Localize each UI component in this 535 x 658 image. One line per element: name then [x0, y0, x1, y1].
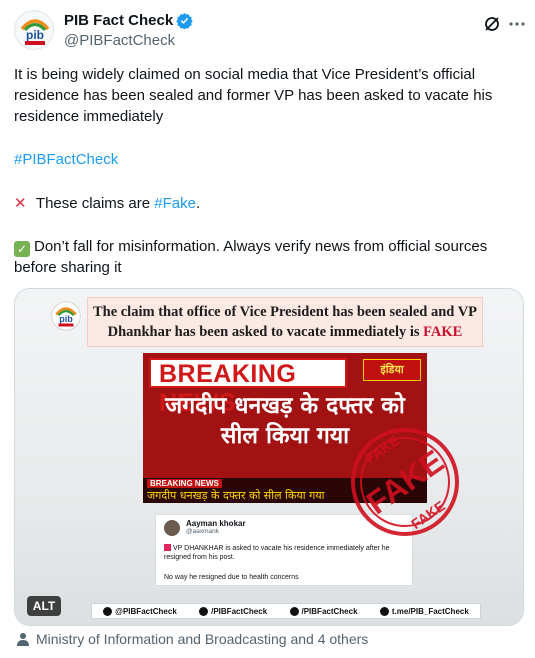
- claim-banner-fake: FAKE: [423, 324, 463, 340]
- avatar[interactable]: pib: [14, 10, 54, 50]
- embedded-body-2: No way he resigned due to health concern…: [164, 574, 299, 581]
- claim-banner-text: The claim that office of Vice President …: [92, 304, 478, 340]
- embedded-name: Aayman khokar: [186, 519, 246, 528]
- channel-logo: इंडिया: [363, 359, 421, 381]
- cross-mark-icon: ✕: [14, 195, 27, 212]
- person-icon: [17, 633, 29, 646]
- verified-badge-icon: [176, 13, 193, 29]
- facebook-icon: [289, 606, 299, 616]
- post-media[interactable]: pib The claim that office of Vice Presid…: [14, 288, 524, 626]
- social-x: @PIBFactCheck: [103, 606, 177, 616]
- tagged-text: Ministry of Information and Broadcasting…: [36, 631, 369, 647]
- advice-text: Don’t fall for misinformation. Always ve…: [14, 238, 488, 276]
- claim-prefix: These claims are: [35, 195, 155, 212]
- breaking-news-bar: BREAKING NEWS: [149, 358, 347, 417]
- social-label: @PIBFactCheck: [115, 606, 177, 616]
- social-telegram: t.me/PIB_FactCheck: [379, 606, 469, 616]
- embedded-handle: @aaxmank: [186, 528, 219, 535]
- svg-text:pib: pib: [26, 28, 44, 42]
- post-text: It is being widely claimed on social med…: [14, 66, 493, 125]
- ticker-label: BREAKING NEWS: [147, 479, 222, 488]
- tagged-accounts[interactable]: Ministry of Information and Broadcasting…: [16, 631, 368, 647]
- social-instagram: /PIBFactCheck: [199, 606, 268, 616]
- claim-banner: The claim that office of Vice President …: [87, 297, 483, 347]
- post-claim-line: ✕ These claims are #Fake.: [14, 193, 526, 214]
- siren-icon: [164, 544, 171, 551]
- embedded-avatar: [164, 520, 180, 536]
- telegram-icon: [379, 606, 389, 616]
- social-label: /PIBFactCheck: [301, 606, 358, 616]
- more-options-icon[interactable]: [507, 14, 527, 34]
- check-mark-icon: ✓: [14, 241, 30, 257]
- grok-icon[interactable]: [482, 14, 502, 34]
- hashtag-link[interactable]: #PIBFactCheck: [14, 149, 526, 170]
- fake-hashtag-link[interactable]: #Fake: [154, 195, 196, 212]
- svg-text:pib: pib: [59, 314, 73, 324]
- pib-logo-icon: pib: [51, 301, 81, 331]
- alt-button[interactable]: ALT: [27, 596, 61, 616]
- pib-logo-icon: pib: [16, 12, 53, 49]
- social-label: /PIBFactCheck: [211, 606, 268, 616]
- socials-bar: @PIBFactCheck /PIBFactCheck /PIBFactChec…: [91, 603, 481, 619]
- social-facebook: /PIBFactCheck: [289, 606, 358, 616]
- account-name[interactable]: PIB Fact Check: [64, 12, 173, 29]
- social-label: t.me/PIB_FactCheck: [391, 606, 469, 616]
- x-icon: [103, 606, 113, 616]
- claim-suffix: .: [195, 195, 201, 212]
- name-row: PIB Fact Check: [64, 12, 193, 29]
- instagram-icon: [199, 606, 209, 616]
- fake-stamp-icon: FAKE FAKE FAKE: [351, 428, 459, 536]
- post-advice-line: ✓ Don’t fall for misinformation. Always v…: [14, 236, 526, 278]
- account-handle[interactable]: @PIBFactCheck: [64, 32, 175, 49]
- post-header: pib PIB Fact Check @PIBFactCheck: [14, 8, 527, 52]
- ticker-text: जगदीप धनखड़ के दफ्तर को सील किया गया: [147, 489, 325, 502]
- embedded-body-text: VP DHANKHAR is asked to vacate his resid…: [164, 545, 390, 561]
- fact-check-image: pib The claim that office of Vice Presid…: [15, 289, 523, 625]
